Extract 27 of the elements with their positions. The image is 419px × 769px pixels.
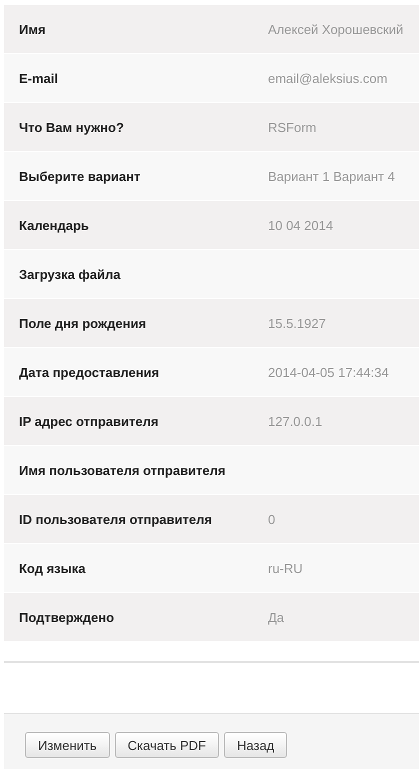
action-button[interactable]: Изменить xyxy=(25,732,110,758)
action-button[interactable]: Назад xyxy=(224,732,288,758)
field-label: Код языка xyxy=(18,560,86,576)
field-value: Алексей Хорошевский xyxy=(268,22,404,36)
field-label: Дата предоставления xyxy=(18,364,160,380)
field-label: Поле дня рождения xyxy=(18,316,148,330)
action-button[interactable]: Скачать PDF xyxy=(114,732,220,758)
field-label: Выберите вариант xyxy=(18,168,142,184)
field-label: IP адрес отправителя xyxy=(18,414,160,428)
field-value: 15.5.1927 xyxy=(268,316,326,330)
field-value: 127.0.0.1 xyxy=(268,414,322,428)
field-label: Календарь xyxy=(18,218,90,232)
field-value: 10 04 2014 xyxy=(268,218,334,232)
field-label: E-mail xyxy=(18,70,60,86)
field-value: Да xyxy=(268,610,284,624)
field-label: Имя пользователя отправителя xyxy=(18,462,226,478)
field-value: ru-RU xyxy=(268,560,303,576)
field-value: 2014-04-05 17:44:34 xyxy=(268,364,389,380)
field-label: ID пользователя отправителя xyxy=(18,512,213,526)
field-value: RSForm xyxy=(268,120,316,134)
field-value: 0 xyxy=(268,512,276,526)
field-label: Загрузка файла xyxy=(18,266,122,282)
field-value: email@aleksius.com xyxy=(268,70,388,86)
field-value: Вариант 1 Вариант 4 xyxy=(268,168,395,184)
field-label: Подтверждено xyxy=(18,610,116,624)
field-label: Что Вам нужно? xyxy=(18,120,125,134)
field-label: Имя xyxy=(18,22,47,36)
